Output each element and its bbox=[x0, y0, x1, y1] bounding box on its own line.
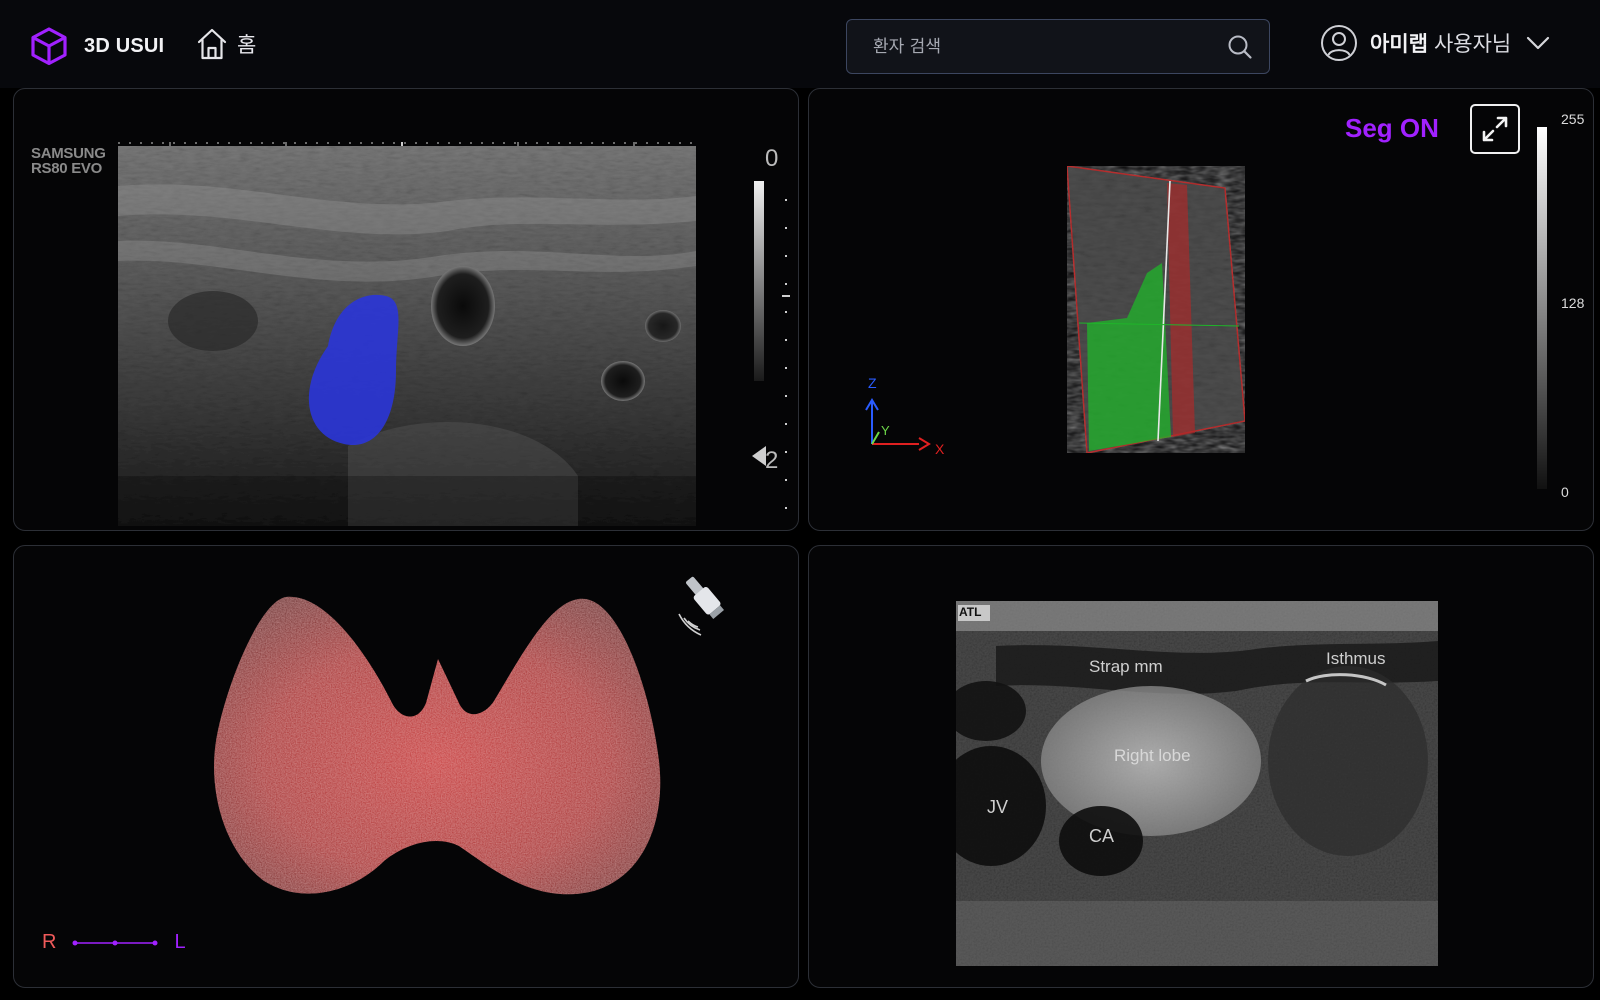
user-menu[interactable]: 아미랩 사용자님 bbox=[1320, 24, 1551, 62]
patient-search[interactable] bbox=[846, 19, 1270, 74]
chevron-down-icon[interactable] bbox=[1525, 33, 1551, 53]
home-label: 홈 bbox=[237, 33, 257, 57]
depth-gain-bar bbox=[754, 181, 764, 381]
thyroid-model-panel[interactable]: R L bbox=[13, 545, 799, 988]
orientation-right-label: R bbox=[42, 931, 57, 953]
expand-icon bbox=[1482, 116, 1508, 142]
user-name: 아미랩 bbox=[1370, 32, 1428, 56]
search-input[interactable] bbox=[873, 36, 1227, 57]
device-tag: ATL bbox=[959, 605, 982, 619]
colorbar-max: 255 bbox=[1561, 111, 1585, 127]
expand-button[interactable] bbox=[1470, 104, 1520, 154]
label-strap-muscle: Strap mm bbox=[1089, 657, 1163, 676]
ultrasound-probe-icon bbox=[678, 576, 725, 636]
label-carotid-artery: CA bbox=[1089, 826, 1115, 846]
ultrasound-2d-panel[interactable]: SAMSUNG RS80 EVO 0 2 bbox=[13, 88, 799, 531]
orientation-line bbox=[72, 940, 158, 945]
colorbar-min: 0 bbox=[1561, 484, 1569, 500]
ultrasound-image[interactable] bbox=[118, 146, 696, 526]
depth-bottom-label: 2 bbox=[765, 447, 779, 474]
volume-3d-panel[interactable]: Seg ON Z Y X 255 128 0 bbox=[808, 88, 1594, 531]
thyroid-3d-model[interactable] bbox=[204, 591, 674, 906]
device-brand-line1: SAMSUNG bbox=[31, 145, 106, 162]
orientation-left-label: L bbox=[174, 931, 186, 953]
volume-render[interactable] bbox=[1067, 163, 1267, 463]
colorbar-mid: 128 bbox=[1561, 295, 1585, 311]
search-icon[interactable] bbox=[1227, 34, 1253, 60]
depth-ticks bbox=[782, 199, 790, 529]
axis-x-label: X bbox=[935, 441, 945, 457]
home-icon bbox=[197, 28, 227, 60]
annotated-ultrasound-panel[interactable]: ATL Strap mm Isthmus Right lobe JV CA bbox=[808, 545, 1594, 988]
label-jugular-vein: JV bbox=[987, 797, 1009, 817]
axis-z-label: Z bbox=[868, 375, 877, 391]
user-suffix: 사용자님 bbox=[1433, 32, 1512, 56]
depth-top-label: 0 bbox=[765, 145, 779, 172]
user-avatar-icon bbox=[1321, 25, 1357, 61]
focus-marker-icon bbox=[752, 446, 766, 466]
seg-status-label[interactable]: Seg ON bbox=[1345, 113, 1439, 144]
label-right-lobe: Right lobe bbox=[1114, 746, 1191, 765]
orientation-indicator: R L bbox=[42, 931, 186, 954]
top-bar: 3D USUI 홈 아미랩 사용자님 bbox=[0, 0, 1600, 88]
label-isthmus: Isthmus bbox=[1326, 649, 1386, 668]
cube-icon bbox=[31, 27, 67, 66]
intensity-colorbar bbox=[1537, 127, 1547, 489]
app-logo[interactable]: 3D USUI bbox=[28, 25, 164, 67]
app-title: 3D USUI bbox=[84, 34, 165, 57]
axis-y-label: Y bbox=[881, 423, 890, 438]
device-brand: SAMSUNG RS80 EVO bbox=[31, 146, 106, 176]
home-link[interactable]: 홈 bbox=[195, 26, 256, 62]
device-brand-line2: RS80 EVO bbox=[31, 160, 102, 177]
